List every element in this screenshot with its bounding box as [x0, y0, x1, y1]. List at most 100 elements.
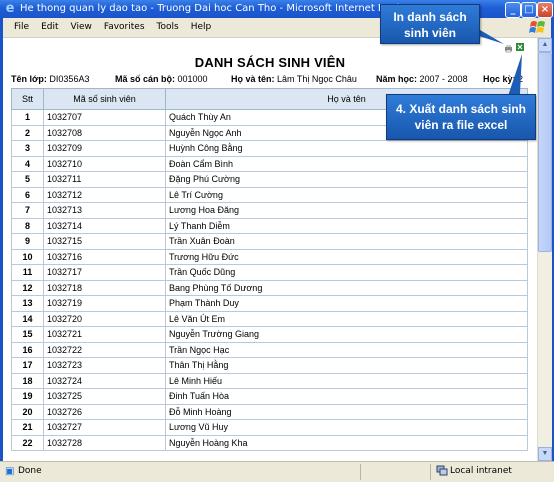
row-stt: 13: [11, 295, 44, 312]
row-student-id: 1032714: [43, 217, 166, 234]
menu-file[interactable]: File: [8, 18, 35, 37]
table-row: 17 1032723 Thân Thị Hằng: [11, 357, 528, 374]
table-row: 21 1032727 Lương Vũ Huy: [11, 419, 528, 436]
table-row: 18 1032724 Lê Minh Hiếu: [11, 372, 528, 389]
table-row: 16 1032722 Trần Ngọc Hạc: [11, 341, 528, 358]
table-row: 9 1032715 Trần Xuân Đoàn: [11, 233, 528, 250]
table-row: 19 1032725 Đinh Tuấn Hòa: [11, 388, 528, 405]
row-stt: 5: [11, 171, 44, 188]
table-row: 20 1032726 Đỗ Minh Hoàng: [11, 403, 528, 420]
intranet-icon: [436, 465, 448, 476]
row-full-name: Lê Văn Út Em: [165, 310, 528, 327]
row-stt: 10: [11, 248, 44, 265]
row-full-name: Nguyễn Trường Giang: [165, 326, 528, 343]
ie-icon: e: [5, 1, 15, 16]
table-row: 10 1032716 Trương Hữu Đức: [11, 248, 528, 265]
table-row: 4 1032710 Đoàn Cẩm Bình: [11, 155, 528, 172]
menu-view[interactable]: View: [65, 18, 98, 37]
table-row: 15 1032721 Nguyễn Trường Giang: [11, 326, 528, 343]
student-table: Stt Mã số sinh viên Họ và tên 1 1032707 Qu…: [11, 88, 528, 451]
header-stt: Stt: [11, 88, 44, 110]
row-student-id: 1032727: [43, 419, 166, 436]
page-done-icon: ▣: [5, 466, 15, 477]
row-stt: 9: [11, 233, 44, 250]
row-full-name: Lương Vũ Huy: [165, 419, 528, 436]
scroll-down-icon[interactable]: ▼: [538, 447, 552, 461]
row-stt: 1: [11, 109, 44, 126]
row-student-id: 1032723: [43, 357, 166, 374]
staff-info: Mã số cán bộ: 001000: [115, 74, 208, 84]
row-student-id: 1032726: [43, 403, 166, 420]
row-stt: 8: [11, 217, 44, 234]
page-title: DANH SÁCH SINH VIÊN: [194, 55, 346, 70]
row-full-name: Đinh Tuấn Hòa: [165, 388, 528, 405]
row-student-id: 1032715: [43, 233, 166, 250]
menu-edit[interactable]: Edit: [35, 18, 64, 37]
year-info: Năm học: 2007 - 2008: [376, 74, 468, 84]
vertical-scrollbar[interactable]: ▲ ▼: [537, 38, 552, 461]
row-full-name: Thân Thị Hằng: [165, 357, 528, 374]
table-row: 22 1032728 Nguyễn Hoàng Kha: [11, 434, 528, 451]
scroll-thumb[interactable]: [538, 52, 552, 252]
row-student-id: 1032716: [43, 248, 166, 265]
table-body: 1 1032707 Quách Thùy An 2 1032708 Nguyễn Ngọc…: [11, 109, 528, 451]
row-full-name: Trần Xuân Đoàn: [165, 233, 528, 250]
row-stt: 20: [11, 403, 44, 420]
menu-help[interactable]: Help: [185, 18, 218, 37]
row-stt: 4: [11, 155, 44, 172]
status-separator: [430, 464, 431, 480]
row-stt: 15: [11, 326, 44, 343]
row-stt: 3: [11, 140, 44, 157]
maximize-icon[interactable]: □: [521, 2, 537, 18]
table-row: 6 1032712 Lê Trí Cường: [11, 186, 528, 203]
row-full-name: Trương Hữu Đức: [165, 248, 528, 265]
table-row: 5 1032711 Đặng Phú Cường: [11, 171, 528, 188]
row-student-id: 1032720: [43, 310, 166, 327]
row-stt: 19: [11, 388, 44, 405]
row-student-id: 1032717: [43, 264, 166, 281]
row-full-name: Lê Minh Hiếu: [165, 372, 528, 389]
row-stt: 21: [11, 419, 44, 436]
lecturer-info: Họ và tên: Lâm Thị Ngọc Châu: [231, 74, 357, 84]
print-callout: In danh sách sinh viên: [380, 4, 480, 44]
row-full-name: Huỳnh Công Bằng: [165, 140, 528, 157]
row-stt: 12: [11, 279, 44, 296]
minimize-icon[interactable]: _: [505, 2, 521, 18]
row-student-id: 1032707: [43, 109, 166, 126]
row-stt: 7: [11, 202, 44, 219]
excel-icon[interactable]: [515, 42, 524, 51]
table-row: 8 1032714 Lý Thanh Diễm: [11, 217, 528, 234]
row-stt: 2: [11, 124, 44, 141]
status-separator: [360, 464, 361, 480]
table-row: 7 1032713 Lương Hoa Đăng: [11, 202, 528, 219]
security-zone: Local intranet: [450, 466, 512, 476]
row-student-id: 1032718: [43, 279, 166, 296]
row-stt: 18: [11, 372, 44, 389]
close-icon[interactable]: ×: [537, 2, 553, 18]
scroll-up-icon[interactable]: ▲: [538, 38, 552, 52]
row-full-name: Lương Hoa Đăng: [165, 202, 528, 219]
status-bar: ▣ Done Local intranet: [0, 461, 554, 482]
row-full-name: Đặng Phú Cường: [165, 171, 528, 188]
row-stt: 16: [11, 341, 44, 358]
row-full-name: Phạm Thành Duy: [165, 295, 528, 312]
menu-tools[interactable]: Tools: [151, 18, 185, 37]
row-full-name: Đoàn Cẩm Bình: [165, 155, 528, 172]
table-row: 3 1032709 Huỳnh Công Bằng: [11, 140, 528, 157]
row-student-id: 1032712: [43, 186, 166, 203]
row-full-name: Lý Thanh Diễm: [165, 217, 528, 234]
header-student-id: Mã số sinh viên: [43, 88, 166, 110]
menu-favorites[interactable]: Favorites: [98, 18, 151, 37]
row-stt: 17: [11, 357, 44, 374]
row-full-name: Trần Quốc Dũng: [165, 264, 528, 281]
row-full-name: Lê Trí Cường: [165, 186, 528, 203]
row-student-id: 1032719: [43, 295, 166, 312]
table-row: 12 1032718 Bang Phùng Tố Dương: [11, 279, 528, 296]
row-student-id: 1032710: [43, 155, 166, 172]
excel-callout: 4. Xuất danh sách sinh viên ra file exce…: [386, 94, 536, 140]
row-student-id: 1032722: [43, 341, 166, 358]
row-full-name: Trần Ngọc Hạc: [165, 341, 528, 358]
row-full-name: Bang Phùng Tố Dương: [165, 279, 528, 296]
row-student-id: 1032728: [43, 434, 166, 451]
row-stt: 22: [11, 434, 44, 451]
